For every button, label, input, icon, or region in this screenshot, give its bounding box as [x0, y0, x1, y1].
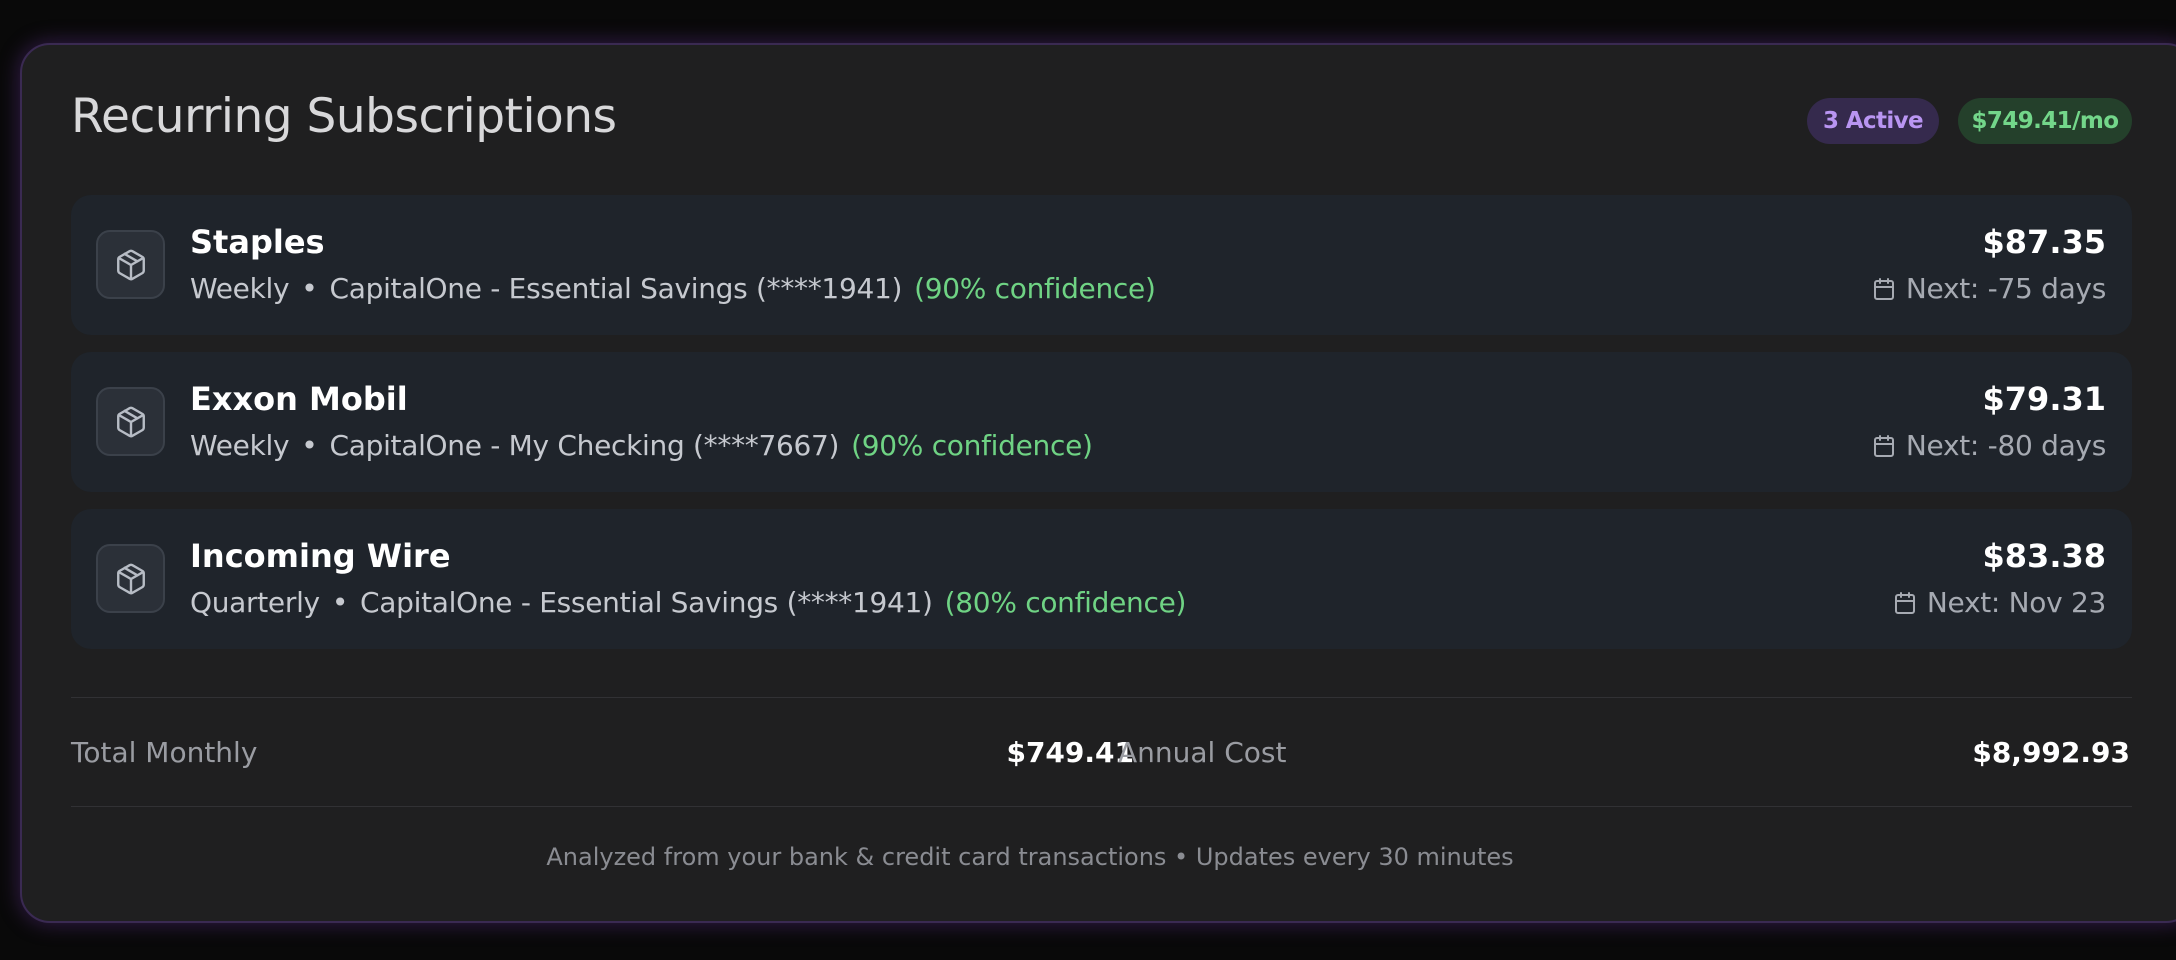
divider [71, 806, 2132, 807]
next-charge: Next: -80 days [1872, 429, 2106, 462]
subscription-frequency: Weekly [190, 272, 290, 305]
subscription-name: Incoming Wire [190, 537, 451, 575]
subscription-frequency: Quarterly [190, 586, 320, 619]
footer-text: Analyzed from your bank & credit card tr… [546, 843, 1514, 871]
active-count-badge: 3 Active [1807, 98, 1939, 144]
package-icon [96, 230, 165, 299]
meta-separator: • [301, 272, 318, 305]
calendar-icon [1873, 277, 1894, 300]
subscriptions-card: Recurring Subscriptions 3 Active $749.41… [20, 43, 2176, 923]
card-title: Recurring Subscriptions [71, 89, 617, 144]
total-monthly-label: Total Monthly [71, 736, 258, 769]
monthly-total-badge: $749.41/mo [1958, 98, 2132, 144]
next-charge-label: Next: Nov 23 [1926, 586, 2106, 619]
calendar-icon [1894, 591, 1915, 614]
subscription-confidence: (80% confidence) [944, 586, 1187, 619]
annual-cost-value: $8,992.93 [1972, 736, 2130, 769]
subscription-account: CapitalOne - Essential Savings (****1941… [329, 272, 903, 305]
subscription-row[interactable]: Staples Weekly • CapitalOne - Essential Sa… [71, 195, 2132, 335]
annual-cost-label: Annual Cost [1118, 736, 1287, 769]
footer-note: Analyzed from your bank & credit card tr… [22, 843, 2176, 871]
subscription-name: Exxon Mobil [190, 380, 408, 418]
meta-separator: • [301, 429, 318, 462]
subscription-amount: $87.35 [1982, 223, 2106, 261]
next-charge-label: Next: -75 days [1905, 272, 2106, 305]
package-icon [96, 387, 165, 456]
subscription-meta: Weekly • CapitalOne - My Checking (****766… [190, 429, 1093, 462]
subscription-amount: $83.38 [1982, 537, 2106, 575]
subscription-row[interactable]: Exxon Mobil Weekly • CapitalOne - My Check… [71, 352, 2132, 492]
calendar-icon [1873, 434, 1894, 457]
divider [71, 697, 2132, 698]
subscription-account: CapitalOne - Essential Savings (****1941… [360, 586, 933, 619]
next-charge: Next: Nov 23 [1893, 586, 2106, 619]
subscription-confidence: (90% confidence) [914, 272, 1156, 305]
subscription-confidence: (90% confidence) [851, 429, 1093, 462]
package-icon [96, 544, 165, 613]
subscription-name: Staples [190, 223, 325, 261]
next-charge: Next: -75 days [1872, 272, 2106, 305]
next-charge-label: Next: -80 days [1905, 429, 2106, 462]
subscription-amount: $79.31 [1982, 380, 2106, 418]
total-monthly-value: $749.41 [1006, 736, 1134, 769]
subscription-meta: Quarterly • CapitalOne - Essential Savings… [190, 586, 1186, 619]
subscription-meta: Weekly • CapitalOne - Essential Savings (*… [190, 272, 1156, 305]
meta-separator: • [331, 586, 349, 619]
subscription-account: CapitalOne - My Checking (****7667) [329, 429, 840, 462]
subscription-frequency: Weekly [190, 429, 290, 462]
subscription-row[interactable]: Incoming Wire Quarterly • CapitalOne - Ess… [71, 509, 2132, 649]
